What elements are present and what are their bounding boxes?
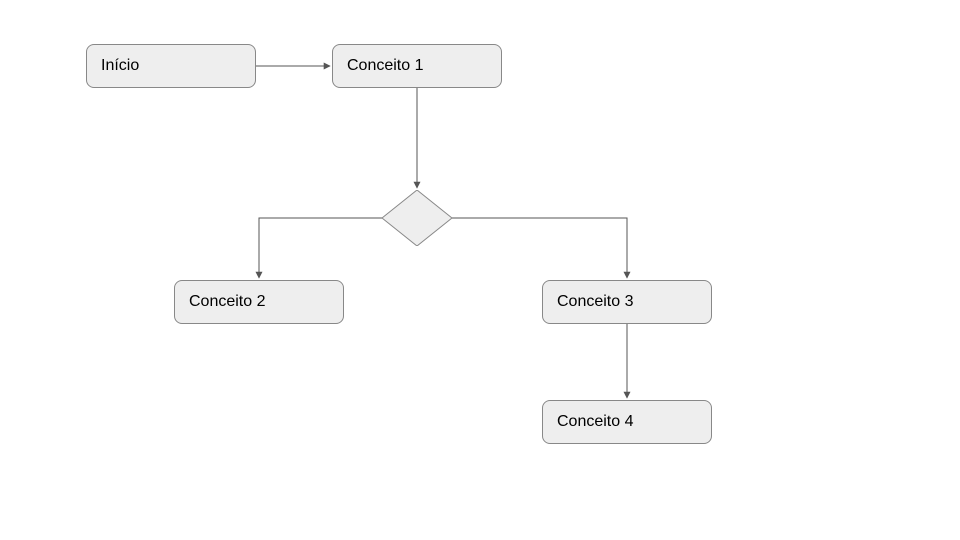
node-concept3-label: Conceito 3 <box>557 293 634 311</box>
edge-decision-to-concept3 <box>452 218 627 278</box>
edge-decision-to-concept2 <box>259 218 382 278</box>
node-start-label: Início <box>101 57 139 75</box>
node-concept4: Conceito 4 <box>542 400 712 444</box>
node-start: Início <box>86 44 256 88</box>
node-concept3: Conceito 3 <box>542 280 712 324</box>
node-concept4-label: Conceito 4 <box>557 413 634 431</box>
node-concept2: Conceito 2 <box>174 280 344 324</box>
node-concept2-label: Conceito 2 <box>189 293 266 311</box>
node-decision <box>382 190 452 246</box>
node-concept1: Conceito 1 <box>332 44 502 88</box>
node-concept1-label: Conceito 1 <box>347 57 424 75</box>
